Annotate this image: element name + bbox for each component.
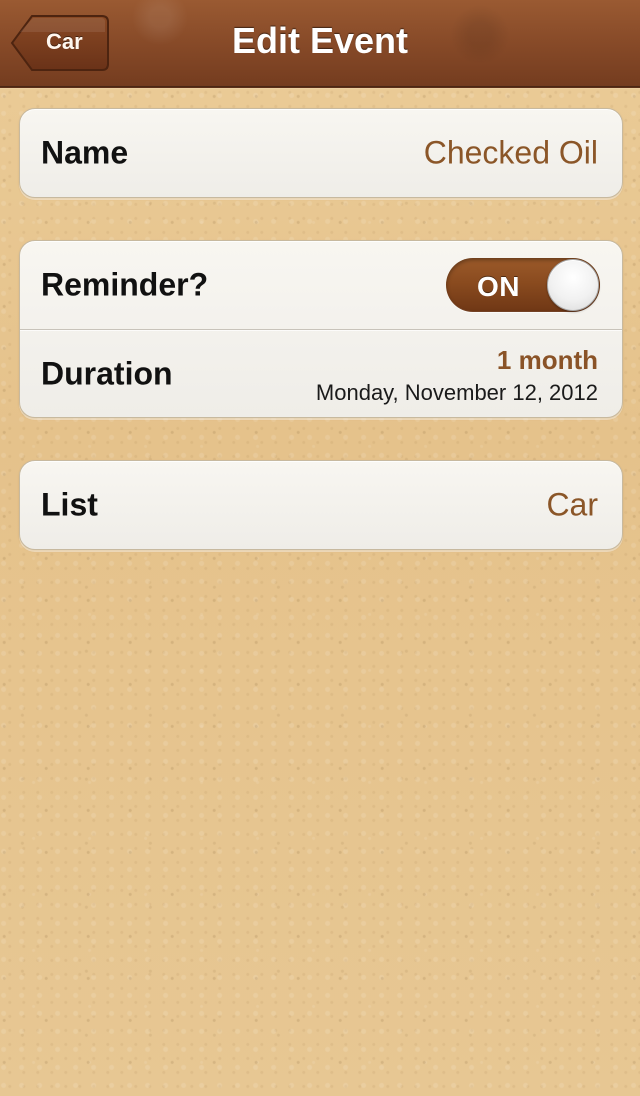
back-button-label: Car xyxy=(46,29,83,54)
list-value: Car xyxy=(546,486,598,523)
navigation-bar: Car Edit Event xyxy=(0,0,640,88)
reminder-label: Reminder? xyxy=(41,266,209,303)
page-title: Edit Event xyxy=(231,20,409,61)
duration-value: 1 month xyxy=(496,345,598,375)
reminder-toggle-label: ON xyxy=(477,271,520,302)
name-value: Checked Oil xyxy=(423,134,598,171)
duration-row[interactable]: Duration 1 month Monday, November 12, 20… xyxy=(20,329,622,417)
name-label: Name xyxy=(41,134,129,171)
name-row[interactable]: Name Checked Oil xyxy=(20,109,622,197)
reminder-group: Reminder? ON Duration 1 month Monday, No… xyxy=(19,240,623,418)
name-group: Name Checked Oil xyxy=(19,108,623,198)
duration-date: Monday, November 12, 2012 xyxy=(315,380,598,405)
reminder-row: Reminder? ON xyxy=(20,241,622,329)
list-label: List xyxy=(41,486,98,523)
list-row[interactable]: List Car xyxy=(20,461,622,549)
reminder-toggle-knob xyxy=(547,259,599,311)
back-button[interactable]: Car xyxy=(10,14,110,72)
reminder-toggle[interactable]: ON xyxy=(446,258,600,312)
duration-label: Duration xyxy=(41,355,173,391)
list-group: List Car xyxy=(19,460,623,550)
